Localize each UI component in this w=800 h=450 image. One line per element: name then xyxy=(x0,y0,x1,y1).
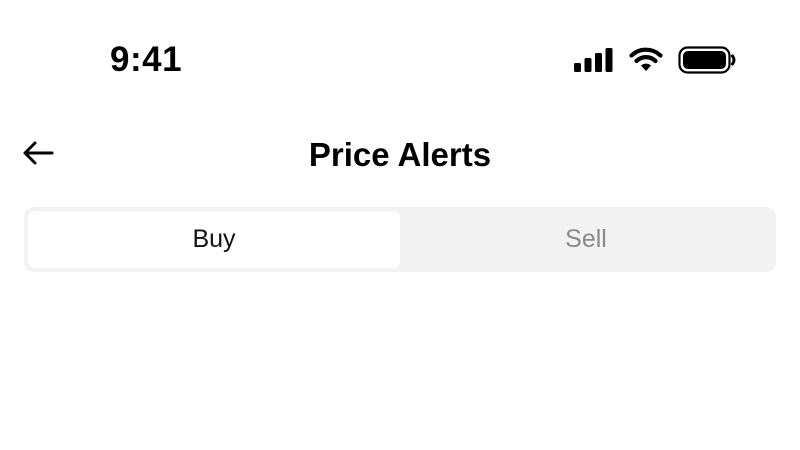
back-button[interactable] xyxy=(16,137,60,173)
buy-sell-segmented-control: Buy Sell xyxy=(24,207,776,272)
battery-icon xyxy=(678,46,736,74)
tab-buy[interactable]: Buy xyxy=(28,211,400,268)
status-time: 9:41 xyxy=(110,40,183,79)
tab-sell[interactable]: Sell xyxy=(400,211,772,268)
arrow-left-icon xyxy=(21,140,55,171)
status-bar: 9:41 xyxy=(0,0,800,110)
page-title: Price Alerts xyxy=(308,136,492,173)
status-icons xyxy=(574,44,736,76)
cellular-signal-icon xyxy=(574,48,614,72)
nav-bar: Price Alerts xyxy=(0,125,800,185)
wifi-icon xyxy=(628,47,664,73)
